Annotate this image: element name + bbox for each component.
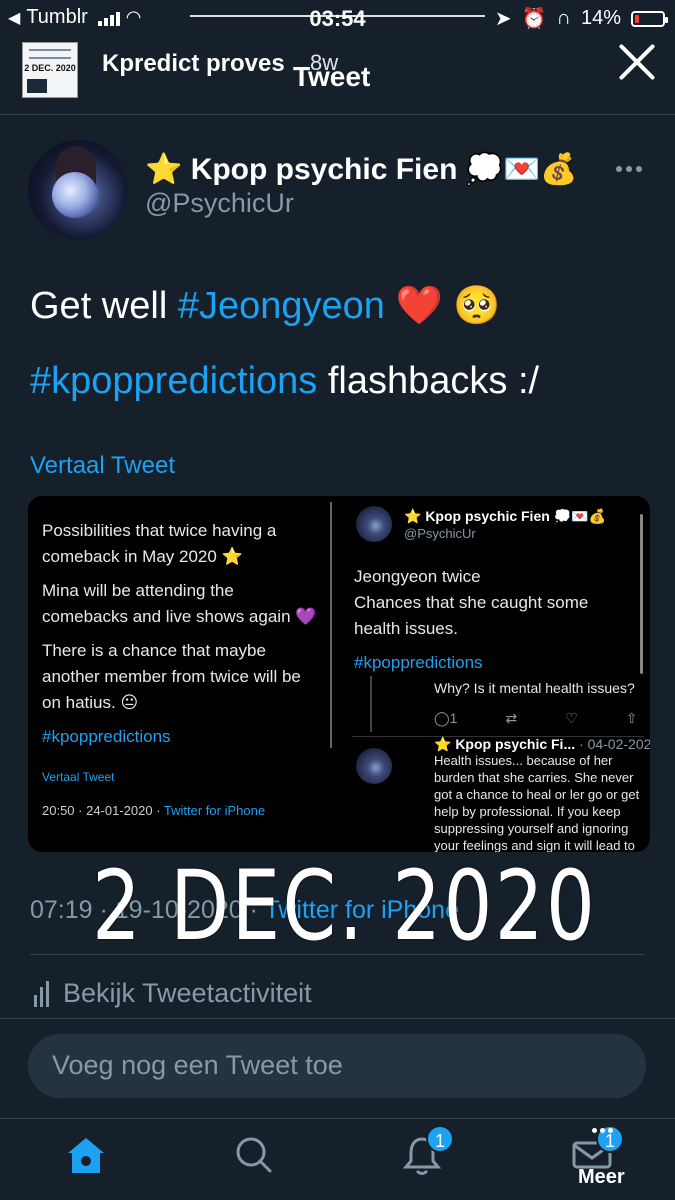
embedded-translate: Vertaal Tweet <box>42 770 115 784</box>
tab-home[interactable] <box>64 1133 108 1177</box>
battery-percent: 14% <box>580 7 621 29</box>
embedded-text: Jeongyeon twice Chances that she caught … <box>354 567 589 638</box>
tweet-text: Get well <box>30 285 178 327</box>
embedded-time: 20:50 · 24-01-2020 · <box>42 803 164 818</box>
embedded-reply-name: ⭐ Kpop psychic Fi... · 04-02-2020 <box>434 736 650 753</box>
story-thumbnail[interactable]: 2 DEC. 2020 <box>22 42 78 98</box>
embedded-reply-body: Health issues... because of her burden t… <box>434 753 640 852</box>
embedded-text: Possibilities that twice having a comeba… <box>42 521 277 566</box>
location-icon: ➤ <box>494 8 512 30</box>
hashtag-link[interactable]: #kpoppredictions <box>30 360 317 402</box>
story-overlay-date: 2 DEC. 2020 <box>92 850 598 962</box>
embedded-text: There is a chance that maybe another mem… <box>42 641 301 712</box>
battery-icon <box>631 10 668 27</box>
embedded-tweet-left: Possibilities that twice having a comeba… <box>42 518 322 824</box>
status-bar-right: ➤ ⏰ ∩ 14% <box>494 6 668 31</box>
embedded-actions: ◯1 ⇄ ♡ ⇧ <box>434 710 638 727</box>
share-icon: ⇧ <box>625 710 638 726</box>
tweet-activity-link[interactable]: Bekijk Tweetactiviteit <box>34 978 312 1009</box>
divider <box>30 954 645 955</box>
home-icon <box>68 1138 104 1173</box>
close-button[interactable] <box>617 42 657 82</box>
translate-tweet-link[interactable]: Vertaal Tweet <box>30 452 175 480</box>
embedded-text: Mina will be attending the comebacks and… <box>42 581 317 626</box>
page-title: Tweet <box>293 61 371 92</box>
tab-search[interactable] <box>232 1133 276 1177</box>
reply-name: ⭐ Kpop psychic Fi... <box>434 736 576 752</box>
tweet-emoji: ❤️ 🥺 <box>384 285 501 327</box>
headphones-icon: ∩ <box>556 7 571 29</box>
reply-icon: ◯1 <box>434 710 458 726</box>
hashtag-link[interactable]: #Jeongyeon <box>178 285 385 327</box>
bottom-tab-bar: 1 1 <box>0 1118 675 1200</box>
embedded-source: Twitter for iPhone <box>163 803 266 818</box>
author-display-name[interactable]: ⭐ Kpop psychic Fien 💭💌💰 <box>145 152 578 187</box>
embedded-handle: @PsychicUr <box>404 526 476 541</box>
embedded-reply-avatar <box>356 748 392 784</box>
analytics-icon <box>34 980 49 1007</box>
image-divider <box>330 502 332 748</box>
tweet-text-line-2: #kpoppredictions flashbacks :/ <box>30 360 539 403</box>
author-handle[interactable]: @PsychicUr <box>145 188 294 219</box>
tweet-text-line-1: Get well #Jeongyeon ❤️ 🥺 <box>30 284 501 328</box>
embedded-hashtag: #kpoppredictions <box>354 653 483 672</box>
like-icon: ♡ <box>565 710 578 726</box>
notifications-badge: 1 <box>426 1125 454 1153</box>
embedded-scrollbar <box>640 514 643 674</box>
tweet-image[interactable]: Possibilities that twice having a comeba… <box>28 496 650 852</box>
more-options-icon[interactable] <box>616 166 642 172</box>
reply-compose-field[interactable]: Voeg nog een Tweet toe <box>28 1034 646 1098</box>
more-dots-icon[interactable] <box>592 1128 613 1133</box>
embedded-avatar <box>356 506 392 542</box>
embedded-meta: 20:50 · 24-01-2020 · Twitter for iPhone <box>42 798 322 824</box>
more-label[interactable]: Meer <box>578 1166 625 1189</box>
story-account-name[interactable]: Kpredict proves <box>102 50 285 78</box>
tweet-text: flashbacks :/ <box>317 360 540 402</box>
story-header: 2 DEC. 2020 Kpredict proves 8w Tweet <box>0 36 675 106</box>
compose-placeholder: Voeg nog een Tweet toe <box>52 1050 343 1080</box>
avatar[interactable] <box>28 140 128 240</box>
embedded-reply-text: Why? Is it mental health issues? <box>434 680 635 696</box>
divider <box>0 1018 675 1019</box>
embedded-hashtag: #kpoppredictions <box>42 727 171 746</box>
retweet-icon: ⇄ <box>505 710 518 726</box>
header-divider <box>0 114 675 115</box>
status-bar: ◀ Tumblr ◠ 03:54 ➤ ⏰ ∩ 14% <box>0 0 675 36</box>
reply-count: 1 <box>449 710 458 726</box>
thumbnail-date: 2 DEC. 2020 <box>24 63 76 73</box>
activity-label: Bekijk Tweetactiviteit <box>63 978 312 1008</box>
embedded-name: ⭐ Kpop psychic Fien 💭💌💰 <box>404 508 606 524</box>
search-icon <box>236 1137 272 1173</box>
reply-date: · 04-02-2020 <box>579 736 650 752</box>
tab-notifications[interactable]: 1 <box>400 1125 454 1177</box>
alarm-icon: ⏰ <box>521 8 547 30</box>
thread-line <box>370 676 372 732</box>
